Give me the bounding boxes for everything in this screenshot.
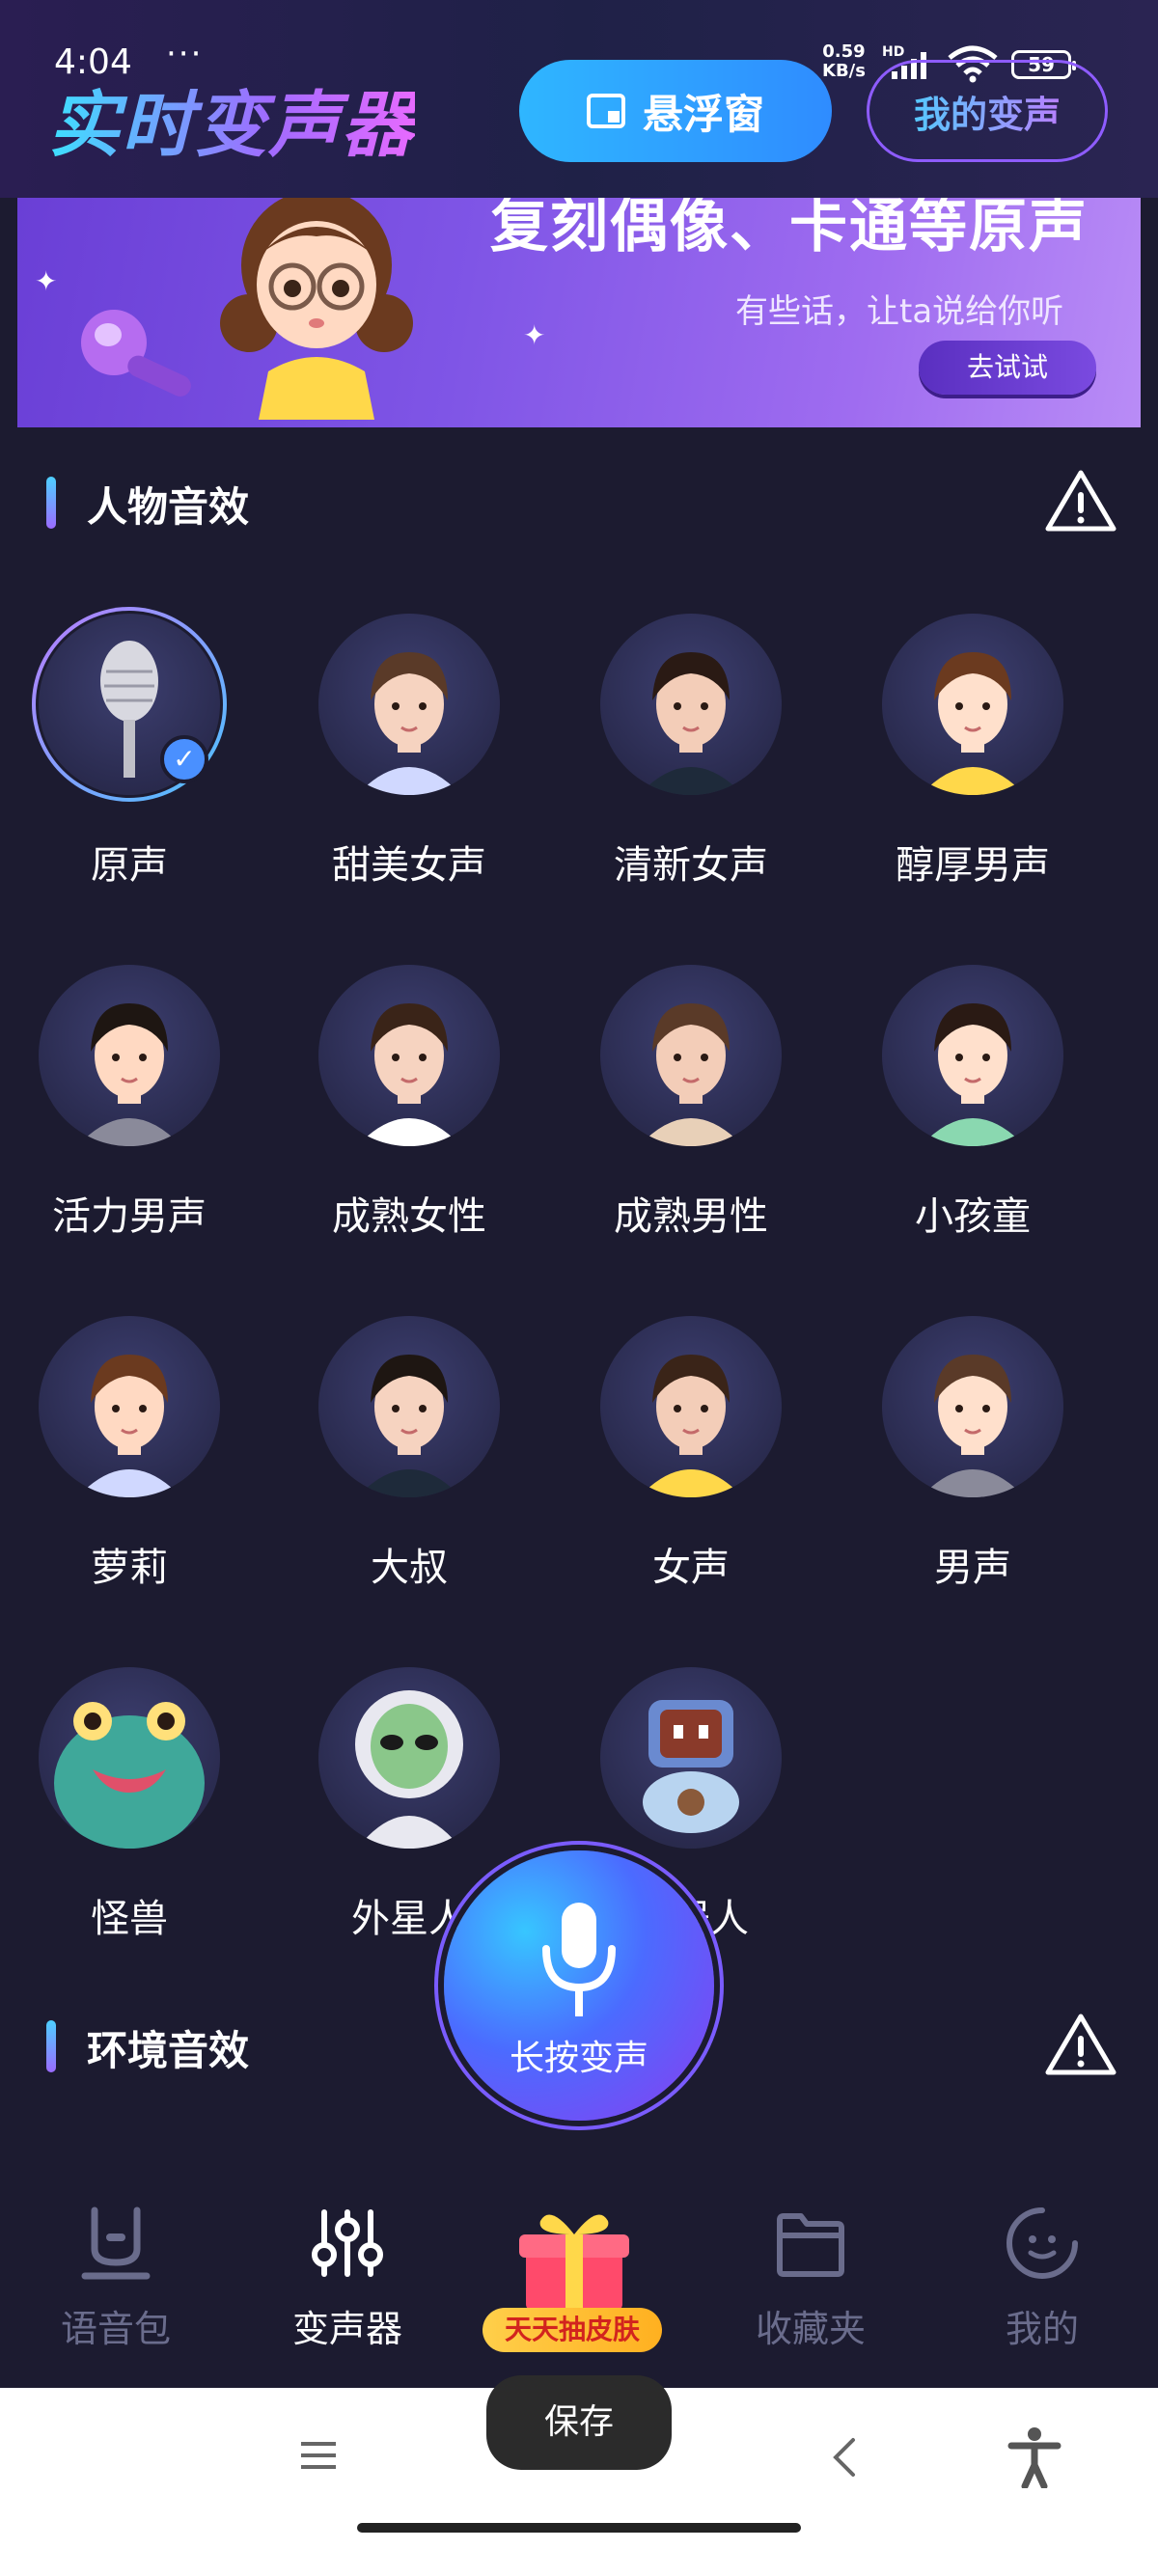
- profile-icon: [1006, 2207, 1078, 2279]
- banner-headline: 复刻偶像、卡通等原声: [490, 198, 1089, 260]
- voice-option[interactable]: 怪兽: [39, 1667, 290, 1957]
- nav-voice-changer[interactable]: 变声器: [251, 2205, 444, 2352]
- voice-avatar: [600, 614, 782, 795]
- sliders-icon: [312, 2209, 383, 2277]
- my-voice-changer-button[interactable]: 我的变声: [867, 60, 1108, 162]
- daily-skin-draw-button[interactable]: 天天抽皮肤: [482, 2200, 676, 2364]
- voice-label: 成熟女性: [332, 1194, 486, 1239]
- accessibility-icon[interactable]: [1007, 2426, 1062, 2488]
- sparkle-icon: ✦: [35, 265, 58, 297]
- section-accent-bar: [46, 477, 56, 529]
- hold-to-change-voice-button[interactable]: 长按变声: [444, 1850, 714, 2121]
- nav-favorites[interactable]: 收藏夹: [714, 2205, 907, 2352]
- nav-profile-label: 我的: [1005, 2308, 1079, 2350]
- voice-label: 女声: [652, 1546, 730, 1590]
- voice-avatar: [39, 965, 220, 1146]
- voice-avatar: [600, 1667, 782, 1849]
- menu-icon[interactable]: [299, 2438, 338, 2473]
- floating-window-button[interactable]: 悬浮窗: [519, 60, 832, 162]
- voice-avatar: [882, 965, 1063, 1146]
- floating-window-label: 悬浮窗: [642, 90, 764, 138]
- app-title: 实时变声器: [48, 68, 415, 171]
- sparkle-icon: ✦: [523, 319, 546, 351]
- voice-label: 活力男声: [52, 1194, 207, 1239]
- voice-label: 成熟男性: [614, 1194, 768, 1239]
- voice-avatar: [318, 614, 500, 795]
- voice-avatar: [882, 1316, 1063, 1497]
- voice-label: 大叔: [371, 1546, 448, 1590]
- warning-icon[interactable]: [1044, 2011, 1117, 2078]
- toast-message: 保存: [486, 2375, 672, 2470]
- check-icon: ✓: [160, 735, 208, 783]
- voice-avatar: [318, 1316, 500, 1497]
- section-title-character: 人物音效: [87, 483, 250, 531]
- voice-label: 怪兽: [91, 1897, 168, 1941]
- nav-profile[interactable]: 我的: [946, 2205, 1139, 2352]
- voice-option[interactable]: 男声: [882, 1316, 1133, 1605]
- voice-option[interactable]: 小孩童: [882, 965, 1133, 1254]
- cartoon-girl-illustration: [220, 198, 413, 420]
- promo-banner[interactable]: ✦ ✦ 复刻偶像、卡通等原声 有些话，让ta说给你听 去试试: [17, 198, 1141, 427]
- network-speed: 0.59 KB/s: [822, 41, 866, 81]
- voice-avatar: [318, 965, 500, 1146]
- voice-avatar: [882, 614, 1063, 795]
- hold-to-change-voice-label: 长按变声: [509, 2039, 648, 2078]
- voice-avatar: [39, 1667, 220, 1849]
- voice-label: 甜美女声: [332, 843, 486, 888]
- voice-avatar: [39, 1316, 220, 1497]
- voice-option[interactable]: 清新女声: [600, 614, 851, 903]
- voice-option[interactable]: 甜美女声: [318, 614, 569, 903]
- voice-avatar: [600, 965, 782, 1146]
- voice-option[interactable]: 活力男声: [39, 965, 290, 1254]
- voice-option[interactable]: 萝莉: [39, 1316, 290, 1605]
- daily-skin-draw-label: 天天抽皮肤: [482, 2308, 662, 2352]
- voice-option[interactable]: 成熟男性: [600, 965, 851, 1254]
- nav-favorites-label: 收藏夹: [755, 2308, 866, 2350]
- voice-option[interactable]: 成熟女性: [318, 965, 569, 1254]
- floating-window-icon: [586, 94, 625, 128]
- folder-icon: [777, 2213, 844, 2277]
- warning-icon[interactable]: [1044, 467, 1117, 534]
- banner-try-button[interactable]: 去试试: [919, 341, 1096, 395]
- gift-box-icon: [519, 2214, 629, 2312]
- voice-label: 清新女声: [614, 843, 768, 888]
- home-indicator[interactable]: [357, 2523, 801, 2533]
- microphone-icon: [542, 1903, 616, 2016]
- voice-option[interactable]: 女声: [600, 1316, 851, 1605]
- voice-avatar: [600, 1316, 782, 1497]
- voice-label: 醇厚男声: [896, 843, 1050, 888]
- voice-option[interactable]: 醇厚男声: [882, 614, 1133, 903]
- nav-voice-pack-label: 语音包: [60, 2308, 171, 2350]
- nav-voice-changer-label: 变声器: [291, 2308, 402, 2350]
- voice-label: 原声: [91, 843, 168, 888]
- voice-label: 萝莉: [91, 1546, 168, 1590]
- microphone-illustration: [81, 310, 191, 397]
- voice-avatar: [318, 1667, 500, 1849]
- voice-pack-icon: [81, 2206, 151, 2280]
- voice-label: 小孩童: [915, 1194, 1031, 1239]
- section-title-environment: 环境音效: [87, 2027, 250, 2074]
- banner-subtitle: 有些话，让ta说给你听: [735, 292, 1064, 331]
- voice-label: 男声: [934, 1546, 1011, 1590]
- back-icon[interactable]: [830, 2436, 859, 2479]
- voice-option[interactable]: 大叔: [318, 1316, 569, 1605]
- my-voice-changer-label: 我的变声: [914, 85, 1061, 138]
- section-accent-bar: [46, 2020, 56, 2072]
- nav-voice-pack[interactable]: 语音包: [19, 2205, 212, 2352]
- voice-option[interactable]: ✓ 原声: [36, 611, 290, 903]
